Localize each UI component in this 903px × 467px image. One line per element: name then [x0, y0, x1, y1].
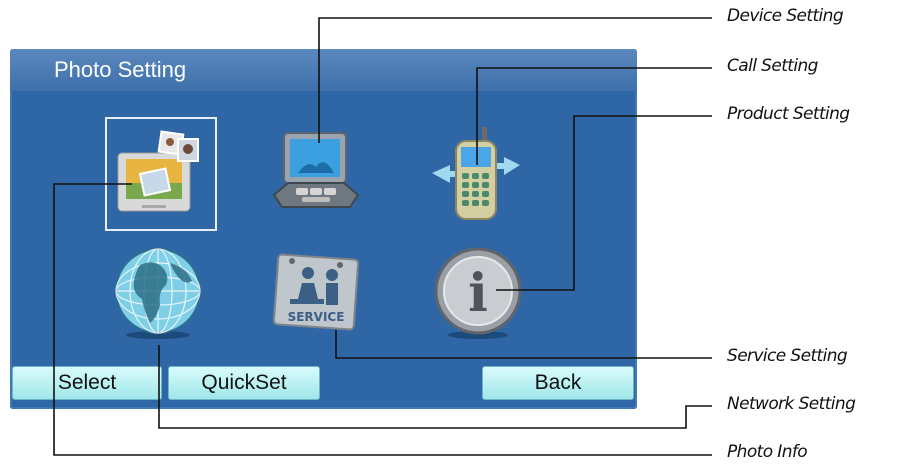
- network-setting-label: Network Setting: [727, 394, 856, 414]
- call-setting-label: Call Setting: [727, 56, 818, 76]
- service-setting-label: Service Setting: [727, 346, 848, 366]
- service-callout-line: [335, 330, 712, 359]
- photo-info-callout-line: [53, 183, 712, 456]
- product-callout-line: [496, 115, 712, 291]
- device-setting-label: Device Setting: [727, 6, 844, 26]
- product-setting-label: Product Setting: [727, 104, 850, 124]
- photo-info-label: Photo Info: [727, 442, 808, 462]
- device-callout-line: [318, 17, 712, 143]
